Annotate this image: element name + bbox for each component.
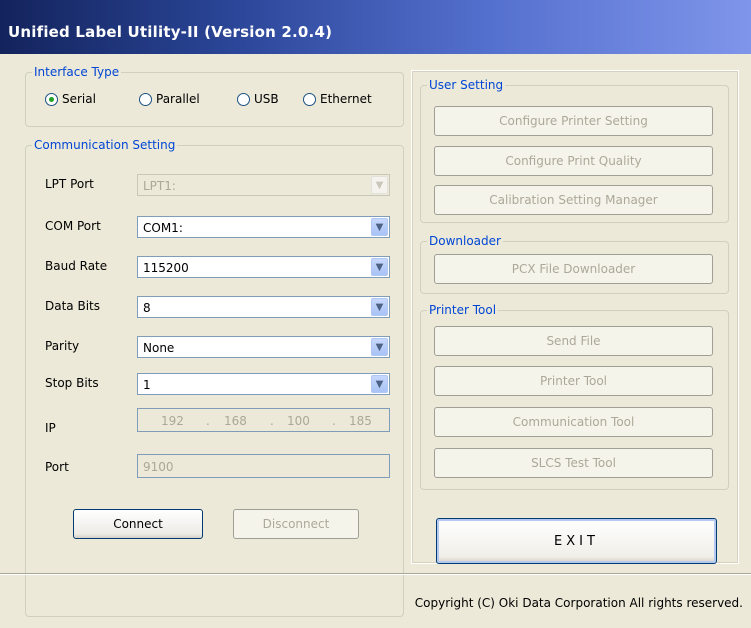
- title-bar[interactable]: Unified Label Utility-II (Version 2.0.4): [0, 0, 751, 54]
- configure-printer-setting-button[interactable]: Configure Printer Setting: [434, 106, 713, 136]
- exit-button[interactable]: EXIT: [436, 518, 717, 564]
- data-bits-label: Data Bits: [45, 299, 100, 313]
- connect-button[interactable]: Connect: [73, 509, 203, 539]
- footer-separator: [0, 573, 751, 575]
- chevron-down-icon: ▼: [371, 338, 388, 356]
- chevron-down-icon: ▼: [371, 298, 388, 316]
- radio-selected-icon: [45, 92, 58, 106]
- radio-ethernet-label: Ethernet: [320, 92, 372, 106]
- ip-octet-4: 185: [349, 414, 372, 428]
- lpt-port-label: LPT Port: [45, 177, 94, 191]
- user-setting-legend: User Setting: [429, 78, 504, 92]
- interface-type-legend: Interface Type: [34, 65, 120, 79]
- radio-usb[interactable]: USB: [237, 91, 279, 107]
- ip-separator: .: [270, 414, 274, 428]
- send-file-button[interactable]: Send File: [434, 326, 713, 356]
- ip-separator: .: [206, 414, 210, 428]
- com-port-label: COM Port: [45, 219, 101, 233]
- radio-serial-label: Serial: [62, 92, 96, 106]
- port-field[interactable]: 9100: [137, 454, 390, 478]
- ip-octet-2: 168: [224, 414, 247, 428]
- radio-parallel[interactable]: Parallel: [139, 91, 200, 107]
- baud-rate-value: 115200: [143, 261, 189, 275]
- radio-unselected-icon: [139, 92, 152, 106]
- chevron-down-icon: ▼: [371, 375, 388, 393]
- chevron-down-icon: ▼: [371, 218, 388, 236]
- window-title: Unified Label Utility-II (Version 2.0.4): [8, 23, 333, 41]
- pcx-file-downloader-button[interactable]: PCX File Downloader: [434, 254, 713, 284]
- radio-usb-label: USB: [254, 92, 279, 106]
- baud-rate-label: Baud Rate: [45, 259, 108, 273]
- radio-unselected-icon: [237, 92, 250, 106]
- lpt-port-value: LPT1:: [143, 179, 176, 193]
- slcs-test-tool-button[interactable]: SLCS Test Tool: [434, 448, 713, 478]
- com-port-select[interactable]: COM1: ▼: [137, 216, 390, 238]
- chevron-down-icon: ▼: [371, 176, 388, 194]
- data-bits-value: 8: [143, 301, 151, 315]
- copyright-text: Copyright (C) Oki Data Corporation All r…: [414, 596, 743, 610]
- client-area: Interface Type Serial Parallel USB Ether…: [0, 54, 751, 628]
- data-bits-select[interactable]: 8 ▼: [137, 296, 390, 318]
- printer-tool-button[interactable]: Printer Tool: [434, 366, 713, 396]
- radio-ethernet[interactable]: Ethernet: [303, 91, 372, 107]
- ip-octet-3: 100: [287, 414, 310, 428]
- parity-label: Parity: [45, 339, 80, 353]
- ip-octet-1: 192: [161, 414, 184, 428]
- configure-print-quality-button[interactable]: Configure Print Quality: [434, 146, 713, 176]
- calibration-setting-manager-button[interactable]: Calibration Setting Manager: [434, 185, 713, 215]
- port-label: Port: [45, 460, 69, 474]
- radio-serial[interactable]: Serial: [45, 91, 96, 107]
- parity-select[interactable]: None ▼: [137, 336, 390, 358]
- stop-bits-label: Stop Bits: [45, 376, 99, 390]
- lpt-port-select[interactable]: LPT1: ▼: [137, 174, 390, 196]
- radio-unselected-icon: [303, 92, 316, 106]
- ip-separator: .: [332, 414, 336, 428]
- printer-tool-legend: Printer Tool: [429, 303, 497, 317]
- main-window: Unified Label Utility-II (Version 2.0.4)…: [0, 0, 751, 628]
- port-value: 9100: [143, 460, 174, 474]
- stop-bits-select[interactable]: 1 ▼: [137, 373, 390, 395]
- chevron-down-icon: ▼: [371, 258, 388, 276]
- disconnect-button[interactable]: Disconnect: [233, 509, 359, 539]
- stop-bits-value: 1: [143, 378, 151, 392]
- downloader-legend: Downloader: [429, 234, 501, 248]
- ip-label: IP: [45, 421, 56, 435]
- baud-rate-select[interactable]: 115200 ▼: [137, 256, 390, 278]
- parity-value: None: [143, 341, 175, 355]
- ip-address-field[interactable]: 192 . 168 . 100 . 185: [137, 408, 390, 432]
- radio-parallel-label: Parallel: [156, 92, 200, 106]
- communication-tool-button[interactable]: Communication Tool: [434, 407, 713, 437]
- com-port-value: COM1:: [143, 221, 183, 235]
- communication-setting-legend: Communication Setting: [34, 138, 176, 152]
